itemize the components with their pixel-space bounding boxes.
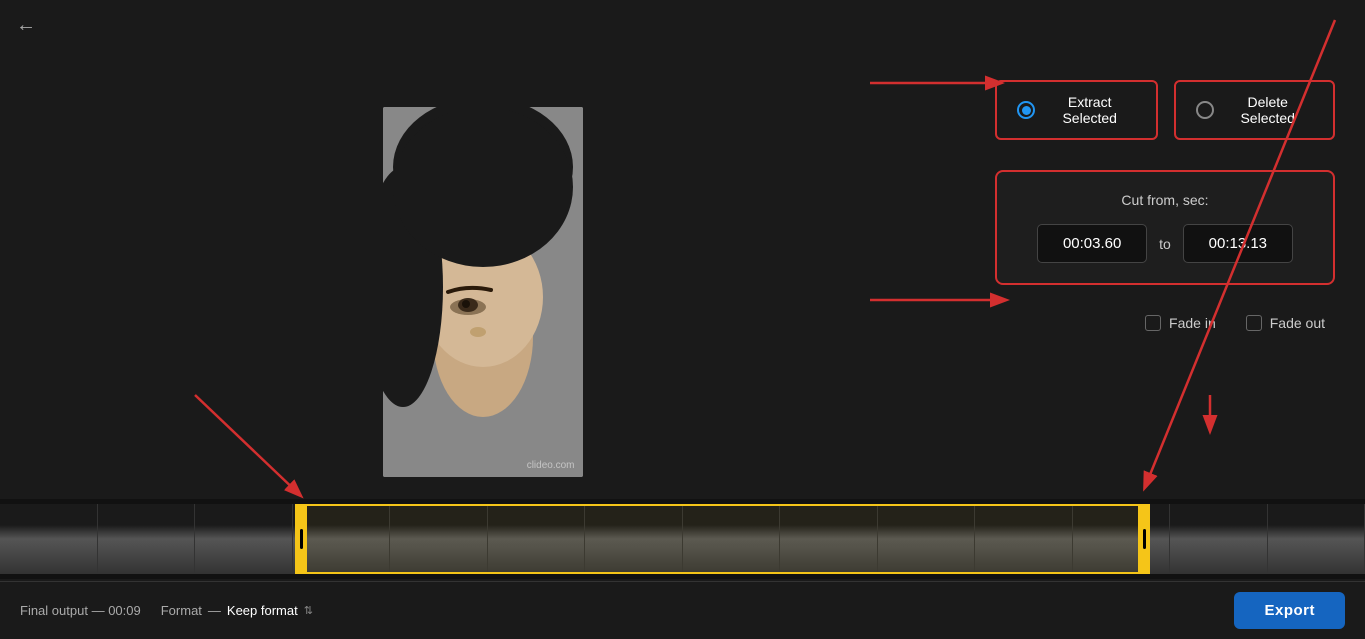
handle-left-grip (300, 529, 303, 549)
fade-out-checkbox[interactable] (1246, 315, 1262, 331)
frame-5 (488, 504, 586, 574)
cut-inputs: to (1021, 224, 1309, 263)
bottom-info: Final output — 00:09 Format — Keep forma… (20, 603, 313, 618)
delete-radio (1196, 101, 1214, 119)
cut-to-separator: to (1159, 236, 1171, 252)
frame-6 (585, 504, 683, 574)
extract-selected-button[interactable]: Extract Selected (995, 80, 1158, 140)
final-output-label: Final output — 00:09 (20, 603, 141, 618)
fade-in-label: Fade in (1169, 315, 1216, 331)
frame-8 (780, 504, 878, 574)
fade-out-control[interactable]: Fade out (1246, 315, 1325, 331)
frame-12 (1170, 504, 1268, 574)
extract-radio (1017, 101, 1035, 119)
frame-0 (0, 504, 98, 574)
timeline-handle-left[interactable] (295, 504, 307, 574)
format-value: Keep format (227, 603, 298, 618)
top-bar: ← (0, 0, 1365, 50)
cut-panel: Cut from, sec: to (995, 170, 1335, 285)
cut-to-input[interactable] (1183, 224, 1293, 263)
frame-9 (878, 504, 976, 574)
video-frame (383, 107, 583, 477)
cut-from-label: Cut from, sec: (1021, 192, 1309, 208)
action-buttons: Extract Selected Delete Selected (995, 80, 1335, 140)
frame-10 (975, 504, 1073, 574)
frame-4 (390, 504, 488, 574)
frame-2 (195, 504, 293, 574)
delete-selected-button[interactable]: Delete Selected (1174, 80, 1335, 140)
cut-from-input[interactable] (1037, 224, 1147, 263)
fade-in-checkbox[interactable] (1145, 315, 1161, 331)
frame-7 (683, 504, 781, 574)
video-preview: clideo.com (383, 107, 583, 477)
timeline-handle-right[interactable] (1138, 504, 1150, 574)
timeline-track[interactable] (0, 504, 1365, 574)
format-selector[interactable]: Format — Keep format ⇅ (161, 603, 313, 618)
extract-label: Extract Selected (1043, 94, 1136, 126)
watermark: clideo.com (527, 460, 575, 471)
bottom-bar: Final output — 00:09 Format — Keep forma… (0, 581, 1365, 639)
fade-out-label: Fade out (1270, 315, 1325, 331)
film-frames (0, 504, 1365, 574)
back-button[interactable]: ← (16, 14, 36, 37)
timeline-area (0, 499, 1365, 579)
export-button[interactable]: Export (1234, 592, 1345, 629)
frame-3 (293, 504, 391, 574)
delete-label: Delete Selected (1222, 94, 1313, 126)
handle-right-grip (1143, 529, 1146, 549)
fade-controls: Fade in Fade out (995, 315, 1335, 331)
frame-1 (98, 504, 196, 574)
final-output-value: 00:09 (108, 603, 141, 618)
format-dropdown-icon: ⇅ (304, 604, 313, 617)
fade-in-control[interactable]: Fade in (1145, 315, 1216, 331)
frame-11 (1073, 504, 1171, 574)
frame-13 (1268, 504, 1365, 574)
